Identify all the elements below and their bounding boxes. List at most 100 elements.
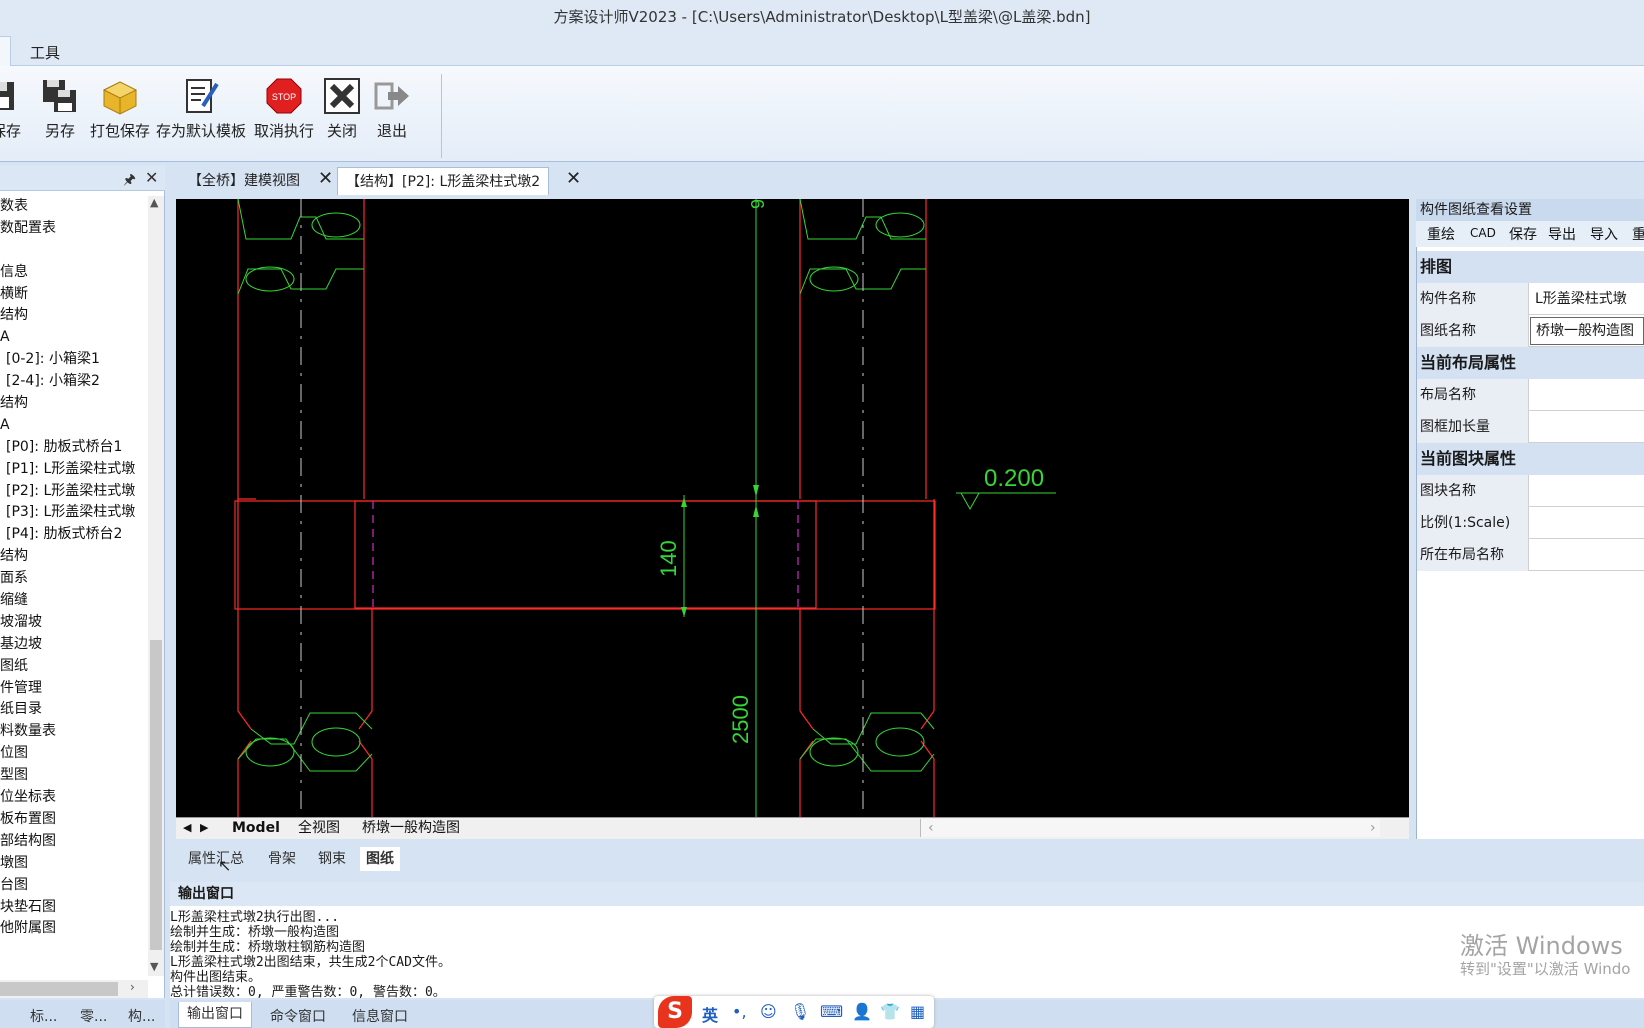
close-tab-icon[interactable]: ✕ [318,168,333,189]
close-button[interactable]: 关闭 [322,76,362,156]
tree-item[interactable]: 基边坡 [0,634,148,656]
layout-next-icon[interactable]: ▶ [200,817,208,839]
tree-item[interactable]: [P3]: L形盖梁柱式墩 [0,502,148,524]
tree-item[interactable]: [P4]: 肋板式桥台2 [0,524,148,546]
redraw-button[interactable]: 重绘 [1427,224,1455,244]
tree-item[interactable]: 型图 [0,765,148,787]
tab-skeleton[interactable]: 骨架 [262,847,302,871]
tree-item[interactable]: 数配置表 [0,218,148,240]
group-layout-drawing[interactable]: 排图 [1417,251,1644,283]
import-button[interactable]: 导入 [1590,224,1618,244]
tree-item[interactable]: 数表 [0,196,148,218]
emoji-icon[interactable]: ☺ [760,1002,777,1021]
exit-button[interactable]: 退出 [372,76,412,156]
ribbon-tab-active[interactable] [0,36,11,66]
tree-item[interactable]: 件管理 [0,678,148,700]
save-as-button[interactable]: 另存 [38,76,82,156]
drawing-name-field[interactable]: 桥墩一般构造图 [1530,317,1644,345]
left-tab-1[interactable]: 标... [30,1006,57,1026]
grid-icon[interactable]: ▦ [910,1002,925,1021]
tree-item[interactable]: A [0,415,148,437]
property-row[interactable]: 图框加长量(mm) [1417,411,1644,467]
tree-item[interactable]: A [0,327,148,349]
ime-logo-icon[interactable]: S [658,996,692,1028]
property-row[interactable]: 图块名称 [1417,475,1644,507]
tree-item[interactable]: 位图 [0,743,148,765]
group-current-block[interactable]: 当前图块属性 [1417,443,1644,475]
block-name-value[interactable] [1530,475,1644,507]
tree-item[interactable]: 料数量表 [0,721,148,743]
tree-item[interactable]: [P2]: L形盖梁柱式墩 [0,481,148,503]
property-row[interactable]: 所在布局名称 [1417,539,1644,571]
layout-tab-model[interactable]: Model [232,817,280,839]
tree-item[interactable]: [P1]: L形盖梁柱式墩 [0,459,148,481]
tab-tendon[interactable]: 钢束 [312,847,352,871]
frame-extension-value[interactable] [1530,411,1644,443]
scroll-left-icon[interactable]: ‹ [928,817,934,839]
tree-item[interactable]: 板布置图 [0,809,148,831]
export-button[interactable]: 导出 [1548,224,1576,244]
layout-prev-icon[interactable]: ◀ [183,817,191,839]
tab-command-window[interactable]: 命令窗口 [270,1006,326,1026]
group-current-layout[interactable]: 当前布局属性 [1417,347,1644,379]
scroll-right-icon[interactable]: › [130,980,135,994]
tree-item[interactable]: 信息 [0,262,148,284]
close-tab-icon[interactable]: ✕ [566,168,581,189]
tree-item[interactable]: 块垫石图 [0,897,148,919]
tree-item[interactable]: 墩图 [0,853,148,875]
save-button[interactable]: 保存 [0,76,34,156]
property-row[interactable]: 比例(1:Scale) [1417,507,1644,539]
keyboard-icon[interactable]: ⌨ [820,1002,843,1021]
property-row[interactable]: 构件名称 L形盖梁柱式墩 [1417,283,1644,315]
layout-tab-full-view[interactable]: 全视图 [298,817,340,839]
tree-item[interactable]: 横断 [0,284,148,306]
cad-drawing-canvas[interactable]: 9 140 2500 0.200 [176,199,1409,817]
tree-item[interactable]: [P0]: 肋板式桥台1 [0,437,148,459]
tree-item[interactable]: 结构 [0,393,148,415]
layout-name-value[interactable] [1530,379,1644,411]
pack-save-button[interactable]: 打包保存 [88,76,152,156]
user-icon[interactable]: 👤 [852,1002,872,1021]
pin-icon[interactable]: 🖈 [123,169,136,193]
scroll-right-icon[interactable]: › [1370,817,1376,839]
tree-item[interactable]: 位坐标表 [0,787,148,809]
tree-item[interactable]: 坡溜坡 [0,612,148,634]
scroll-up-icon[interactable]: ▲ [150,196,158,209]
tree-item[interactable]: [2-4]: 小箱梁2 [0,371,148,393]
component-name-value[interactable]: L形盖梁柱式墩 [1530,283,1644,315]
tab-full-bridge-model[interactable]: 【全桥】建模视图 [180,167,308,195]
tree-item[interactable]: 部结构图 [0,831,148,853]
reset-button[interactable]: 重 [1632,224,1644,244]
tree-item[interactable]: 面系 [0,568,148,590]
tree-item[interactable]: [0-2]: 小箱梁1 [0,349,148,371]
tab-output-window[interactable]: 输出窗口 [178,1002,252,1028]
left-tab-3[interactable]: 构... [128,1006,155,1026]
scrollbar-thumb[interactable] [0,982,118,996]
scale-value[interactable] [1530,507,1644,539]
punct-icon[interactable]: •, [732,1002,747,1021]
scroll-down-icon[interactable]: ▼ [150,960,158,973]
mic-icon[interactable]: 🎙 [790,1002,810,1021]
canvas-horizontal-scrollbar[interactable] [920,819,1380,837]
tree-item[interactable]: 缩缝 [0,590,148,612]
ribbon-tab-tools[interactable]: 工具 [30,42,60,63]
tree-item[interactable]: 他附属图 [0,918,148,940]
layout-tab-pier-drawing[interactable]: 桥墩一般构造图 [362,817,460,839]
property-row[interactable]: 图纸名称 桥墩一般构造图 [1417,315,1644,347]
scrollbar-thumb[interactable] [150,640,162,950]
skin-icon[interactable]: 👕 [880,1002,900,1021]
tree-item[interactable]: 图纸 [0,656,148,678]
tab-property-summary[interactable]: 属性汇总 [182,847,250,871]
save-template-button[interactable]: 存为默认模板 [155,76,247,156]
tree-item[interactable]: 纸目录 [0,699,148,721]
tab-info-window[interactable]: 信息窗口 [352,1006,408,1026]
cad-button[interactable]: CAD [1470,226,1496,240]
cancel-exec-button[interactable]: STOP 取消执行 [252,76,316,156]
left-tab-2[interactable]: 零... [80,1006,107,1026]
save-prop-button[interactable]: 保存 [1509,224,1537,244]
close-icon[interactable]: ✕ [145,168,158,187]
property-row[interactable]: 布局名称 [1417,379,1644,411]
tree-item[interactable]: 台图 [0,875,148,897]
tree-item[interactable] [0,240,148,262]
tree-item[interactable]: 结构 [0,546,148,568]
